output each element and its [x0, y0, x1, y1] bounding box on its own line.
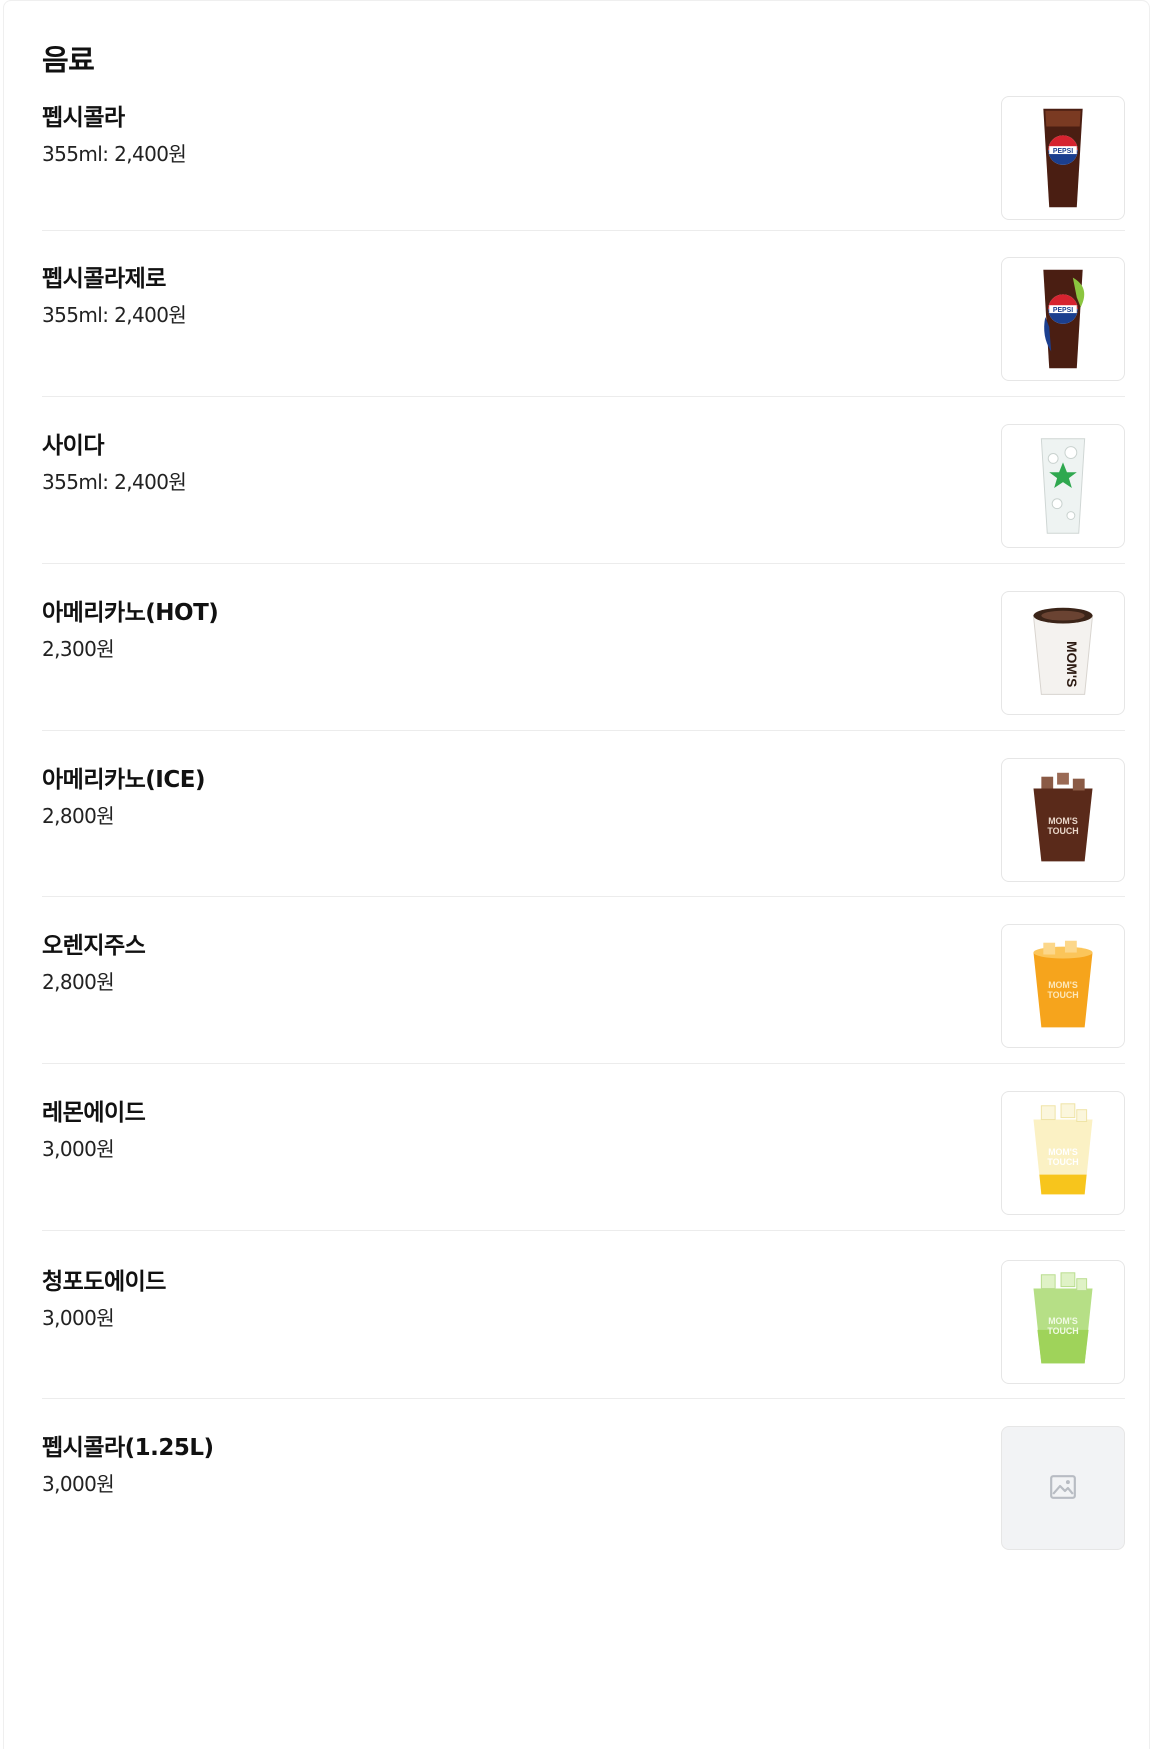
menu-item-name: 오렌지주스	[42, 933, 146, 959]
divider	[42, 396, 1125, 397]
green-grape-ade-cup-image: MOM'S TOUCH	[1001, 1260, 1125, 1384]
svg-text:MOM'S: MOM'S	[1048, 1316, 1078, 1326]
menu-item-name: 레몬에이드	[42, 1100, 146, 1126]
svg-text:TOUCH: TOUCH	[1047, 826, 1078, 836]
svg-text:TOUCH: TOUCH	[1047, 990, 1078, 1000]
menu-item-price: 355ml: 2,400원	[42, 303, 187, 327]
divider	[42, 1398, 1125, 1399]
menu-item-cider[interactable]: 사이다 355ml: 2,400원	[42, 424, 1125, 548]
svg-text:PEPSI: PEPSI	[1053, 148, 1073, 155]
divider	[42, 1063, 1125, 1064]
menu-item-pepsi[interactable]: 펩시콜라 355ml: 2,400원 PEPSI	[42, 96, 1125, 220]
pepsi-cup-image: PEPSI	[1001, 96, 1125, 220]
menu-item-name: 펩시콜라	[42, 105, 125, 131]
drinks-menu-panel: 음료 펩시콜라 355ml: 2,400원 PEPSI 펩시콜라제로 355ml…	[3, 0, 1150, 1749]
menu-item-orange-juice[interactable]: 오렌지주스 2,800원 MOM'S TOUCH	[42, 924, 1125, 1048]
cider-cup-image	[1001, 424, 1125, 548]
menu-item-name: 청포도에이드	[42, 1269, 166, 1295]
svg-text:MOM'S: MOM'S	[1048, 1147, 1078, 1157]
orange-juice-cup-image: MOM'S TOUCH	[1001, 924, 1125, 1048]
image-placeholder	[1001, 1426, 1125, 1550]
menu-item-name: 펩시콜라(1.25L)	[42, 1435, 214, 1461]
menu-item-price: 3,000원	[42, 1137, 115, 1161]
menu-item-pepsi-zero[interactable]: 펩시콜라제로 355ml: 2,400원 PEPSI	[42, 257, 1125, 381]
menu-item-price: 2,800원	[42, 804, 115, 828]
menu-item-name: 아메리카노(HOT)	[42, 600, 219, 626]
svg-text:TOUCH: TOUCH	[1047, 1157, 1078, 1167]
svg-text:PEPSI: PEPSI	[1053, 307, 1073, 314]
iced-coffee-cup-image: MOM'S TOUCH	[1001, 758, 1125, 882]
menu-item-price: 355ml: 2,400원	[42, 142, 187, 166]
section-title: 음료	[42, 43, 95, 77]
menu-item-name: 아메리카노(ICE)	[42, 767, 205, 793]
svg-text:MOM'S: MOM'S	[1048, 980, 1078, 990]
menu-item-americano-hot[interactable]: 아메리카노(HOT) 2,300원 MOM'S	[42, 591, 1125, 715]
divider	[42, 730, 1125, 731]
lemonade-cup-image: MOM'S TOUCH	[1001, 1091, 1125, 1215]
menu-item-green-grape-ade[interactable]: 청포도에이드 3,000원 MOM'S TOUCH	[42, 1260, 1125, 1384]
menu-item-name: 펩시콜라제로	[42, 266, 166, 292]
svg-text:TOUCH: TOUCH	[1047, 1326, 1078, 1336]
divider	[42, 896, 1125, 897]
svg-text:MOM'S: MOM'S	[1048, 816, 1078, 826]
menu-item-pepsi-1-25l[interactable]: 펩시콜라(1.25L) 3,000원	[42, 1426, 1125, 1550]
menu-item-price: 355ml: 2,400원	[42, 470, 187, 494]
menu-item-americano-ice[interactable]: 아메리카노(ICE) 2,800원 MOM'S TOUCH	[42, 758, 1125, 882]
divider	[42, 230, 1125, 231]
divider	[42, 1230, 1125, 1231]
image-placeholder-icon	[1050, 1475, 1076, 1499]
svg-text:MOM'S: MOM'S	[1064, 641, 1079, 687]
menu-item-price: 2,800원	[42, 970, 115, 994]
menu-item-name: 사이다	[42, 433, 104, 459]
menu-item-price: 2,300원	[42, 637, 115, 661]
hot-coffee-cup-image: MOM'S	[1001, 591, 1125, 715]
menu-item-lemonade[interactable]: 레몬에이드 3,000원 MOM'S TOUCH	[42, 1091, 1125, 1215]
menu-item-price: 3,000원	[42, 1472, 115, 1496]
menu-item-price: 3,000원	[42, 1306, 115, 1330]
pepsi-zero-cup-image: PEPSI	[1001, 257, 1125, 381]
divider	[42, 563, 1125, 564]
